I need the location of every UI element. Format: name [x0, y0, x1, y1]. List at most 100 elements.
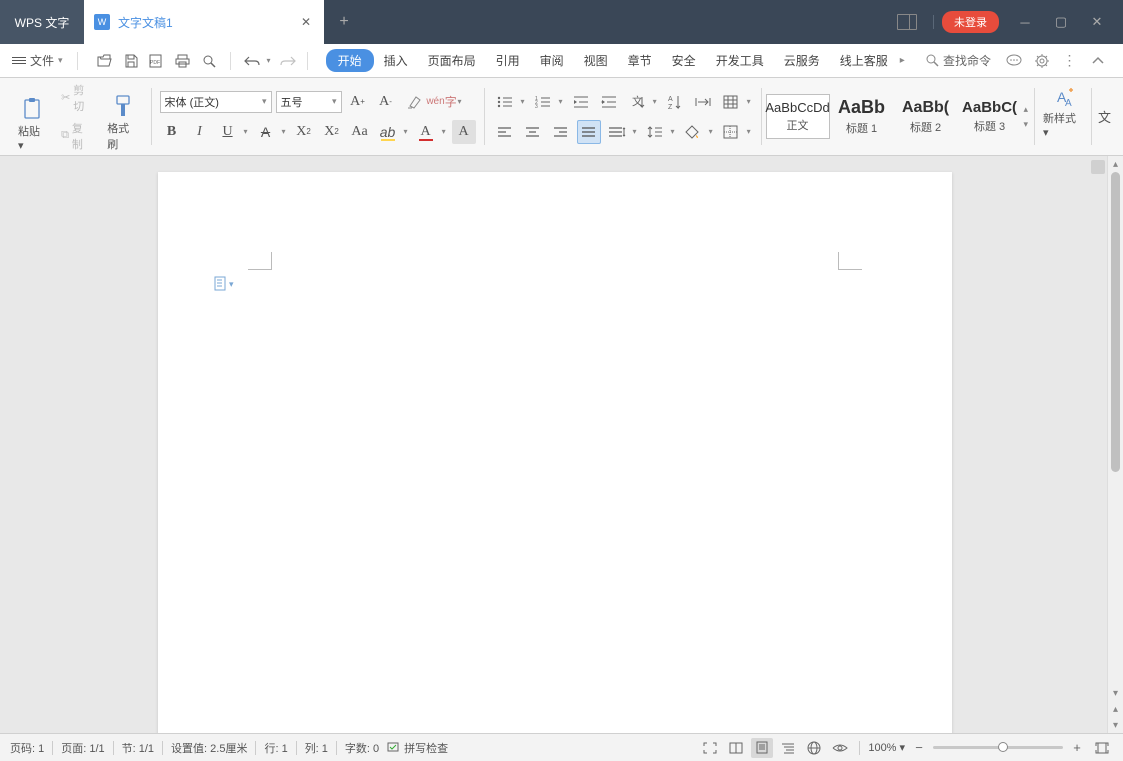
file-menu[interactable]: 文件 ▾: [6, 48, 69, 73]
text-tools-button[interactable]: 文: [1094, 82, 1115, 151]
align-distribute-button[interactable]: [605, 120, 629, 144]
tab-review[interactable]: 审阅: [530, 48, 574, 73]
print-button[interactable]: [172, 50, 194, 72]
italic-button[interactable]: I: [188, 120, 212, 144]
app-tab[interactable]: WPS 文字: [0, 0, 84, 44]
decrease-indent-button[interactable]: [569, 90, 593, 114]
fullscreen-button[interactable]: [699, 738, 721, 758]
search-command[interactable]: 查找命令: [920, 50, 997, 71]
vertical-scrollbar[interactable]: ▴ ▾ ▴ ▾: [1107, 156, 1123, 733]
bold-button[interactable]: B: [160, 120, 184, 144]
tab-cloud[interactable]: 云服务: [774, 48, 830, 73]
strike-dropdown[interactable]: ▾: [280, 127, 288, 136]
distribute-dropdown[interactable]: ▾: [631, 127, 639, 136]
status-section[interactable]: 节: 1/1: [122, 740, 154, 756]
font-size-select[interactable]: 五号▾: [276, 91, 342, 113]
save-button[interactable]: [120, 50, 142, 72]
web-layout-button[interactable]: [803, 738, 825, 758]
scrollbar-thumb[interactable]: [1111, 172, 1120, 472]
document-tab[interactable]: W 文字文稿1 ✕: [84, 0, 324, 44]
paragraph-handle[interactable]: ▾: [214, 276, 234, 292]
minimize-button[interactable]: ─: [1007, 8, 1043, 36]
align-left-button[interactable]: [493, 120, 517, 144]
page[interactable]: ▾: [158, 172, 952, 733]
redo-button[interactable]: [277, 50, 299, 72]
feedback-icon[interactable]: [1003, 50, 1025, 72]
change-case-button[interactable]: Aa: [348, 120, 372, 144]
scroll-down-button[interactable]: ▾: [1108, 685, 1123, 701]
tab-start[interactable]: 开始: [326, 49, 374, 72]
scroll-up-button[interactable]: ▴: [1108, 156, 1123, 172]
tabs-overflow-button[interactable]: ▸: [898, 55, 907, 66]
new-tab-button[interactable]: +: [324, 0, 364, 44]
styles-scroll-up[interactable]: ▴: [1024, 104, 1029, 115]
status-column[interactable]: 列: 1: [305, 740, 328, 756]
borders-dropdown[interactable]: ▾: [745, 127, 753, 136]
shading-button[interactable]: [681, 120, 705, 144]
shading-dropdown[interactable]: ▾: [707, 127, 715, 136]
status-word-count[interactable]: 字数: 0: [345, 740, 379, 756]
insert-table-button[interactable]: [719, 90, 743, 114]
borders-button[interactable]: [719, 120, 743, 144]
text-direction-button[interactable]: 文: [625, 90, 649, 114]
document-viewport[interactable]: ▾: [0, 156, 1107, 733]
close-window-button[interactable]: ✕: [1079, 8, 1115, 36]
print-layout-button[interactable]: [751, 738, 773, 758]
font-color-dropdown[interactable]: ▾: [440, 127, 448, 136]
tab-support[interactable]: 线上客服: [830, 48, 898, 73]
phonetic-guide-button[interactable]: wén字: [430, 90, 454, 114]
settings-icon[interactable]: [1031, 50, 1053, 72]
format-painter-button[interactable]: 格式刷: [103, 92, 142, 154]
undo-dropdown[interactable]: ▾: [265, 56, 273, 65]
status-setting[interactable]: 设置值: 2.5厘米: [171, 740, 247, 756]
clear-format-button[interactable]: [402, 90, 426, 114]
numbering-dropdown[interactable]: ▾: [557, 97, 565, 106]
zoom-level[interactable]: 100% ▾: [868, 741, 905, 754]
prev-page-button[interactable]: ▴: [1108, 701, 1123, 717]
reading-view-button[interactable]: [725, 738, 747, 758]
style-heading1[interactable]: AaBb 标题 1: [830, 94, 894, 139]
style-heading3[interactable]: AaBbC( 标题 3: [958, 94, 1022, 139]
paste-button[interactable]: 粘贴 ▾: [14, 95, 51, 154]
superscript-button[interactable]: X2: [292, 120, 316, 144]
strikethrough-button[interactable]: A: [254, 120, 278, 144]
numbering-button[interactable]: 123: [531, 90, 555, 114]
close-tab-button[interactable]: ✕: [298, 14, 314, 30]
zoom-slider[interactable]: [933, 746, 1063, 749]
maximize-button[interactable]: ▢: [1043, 8, 1079, 36]
styles-scroll-down[interactable]: ▾: [1024, 119, 1029, 130]
zoom-out-button[interactable]: −: [911, 740, 927, 755]
export-pdf-button[interactable]: PDF: [146, 50, 168, 72]
char-shading-button[interactable]: A: [452, 120, 476, 144]
status-spellcheck[interactable]: 拼写检查: [387, 740, 448, 756]
font-name-select[interactable]: 宋体 (正文)▾: [160, 91, 272, 113]
shrink-font-button[interactable]: A-: [374, 90, 398, 114]
tab-dev-tools[interactable]: 开发工具: [706, 48, 774, 73]
status-page[interactable]: 页面: 1/1: [61, 740, 104, 756]
outline-view-button[interactable]: [777, 738, 799, 758]
bullets-button[interactable]: [493, 90, 517, 114]
collapse-ribbon-button[interactable]: [1087, 56, 1109, 66]
subscript-button[interactable]: X2: [320, 120, 344, 144]
table-dropdown[interactable]: ▾: [745, 97, 753, 106]
tab-view[interactable]: 视图: [574, 48, 618, 73]
sort-button[interactable]: AZ: [663, 90, 687, 114]
tab-chapter[interactable]: 章节: [618, 48, 662, 73]
zoom-in-button[interactable]: +: [1069, 740, 1085, 755]
line-spacing-dropdown[interactable]: ▾: [669, 127, 677, 136]
tab-page-layout[interactable]: 页面布局: [418, 48, 486, 73]
open-button[interactable]: [94, 50, 116, 72]
align-justify-button[interactable]: [577, 120, 601, 144]
bullets-dropdown[interactable]: ▾: [519, 97, 527, 106]
tab-insert[interactable]: 插入: [374, 48, 418, 73]
fit-page-button[interactable]: [1091, 738, 1113, 758]
zoom-slider-thumb[interactable]: [998, 742, 1008, 752]
align-center-button[interactable]: [521, 120, 545, 144]
more-icon[interactable]: ⋮: [1059, 50, 1081, 72]
text-dir-dropdown[interactable]: ▾: [651, 97, 659, 106]
new-style-button[interactable]: AA 新样式 ▾: [1037, 82, 1089, 151]
style-heading2[interactable]: AaBb( 标题 2: [894, 94, 958, 139]
underline-button[interactable]: U: [216, 120, 240, 144]
copy-button[interactable]: ⧉复制: [57, 118, 97, 154]
split-view-icon[interactable]: [889, 8, 925, 36]
